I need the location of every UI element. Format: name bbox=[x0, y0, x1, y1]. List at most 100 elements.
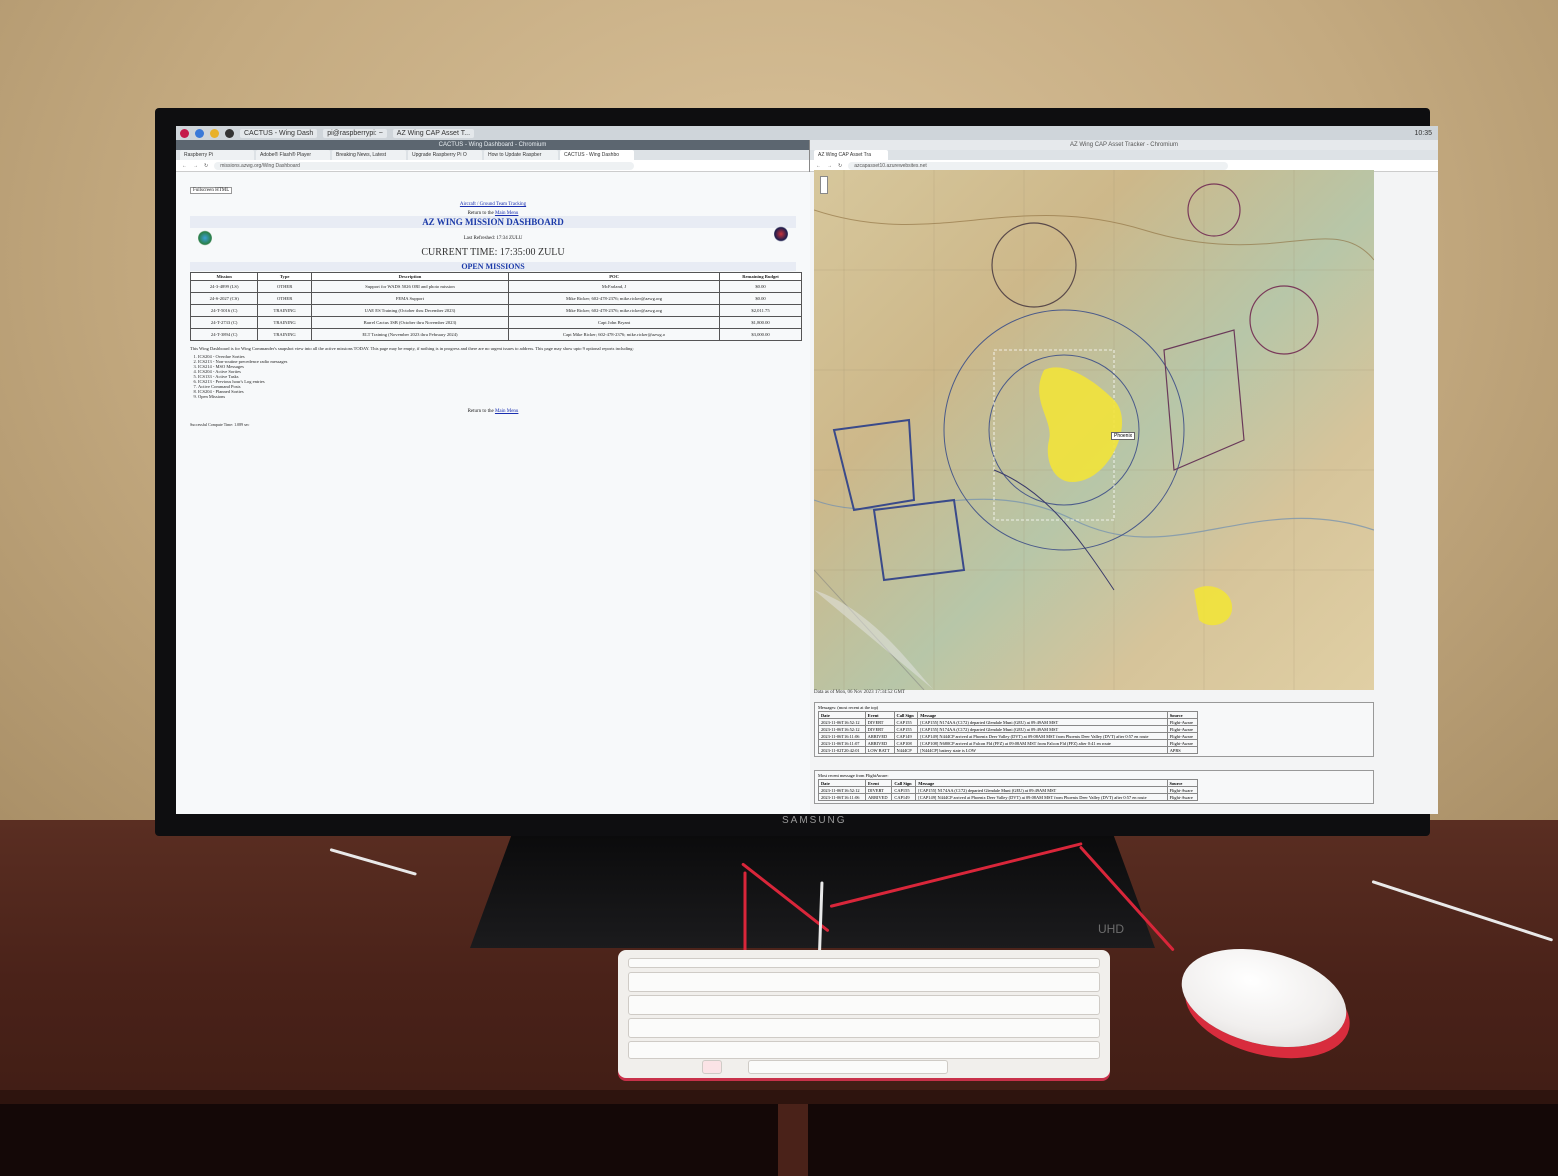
cell-event: ARRIVED bbox=[864, 793, 893, 801]
qwerty-key-row[interactable] bbox=[628, 995, 1100, 1015]
table-row: 2023-11-02T20:42:01 LOW BATT N444CP [N44… bbox=[818, 746, 1199, 754]
main-menu-link[interactable]: Main Menu bbox=[495, 211, 518, 216]
cell-budget: $0.00 bbox=[719, 280, 802, 293]
dashboard-description: This Wing Dashboard is for Wing Commande… bbox=[190, 346, 634, 351]
raspberry-key-icon[interactable] bbox=[702, 1060, 722, 1074]
col-date: Date bbox=[818, 779, 866, 787]
tracker-window: AZ Wing CAP Asset Tracker - Chromium AZ … bbox=[810, 140, 1438, 814]
forward-icon[interactable]: → bbox=[193, 163, 198, 169]
cell-message: [CAP149] N444CP arrived at Phoenix Deer … bbox=[917, 732, 1168, 740]
shift-key-row[interactable] bbox=[628, 1041, 1100, 1059]
last-refreshed: Last Refreshed: 17:34 ZULU bbox=[463, 236, 523, 241]
cell-poc: Capt John Bryant bbox=[508, 316, 721, 329]
function-key-row[interactable] bbox=[628, 958, 1100, 968]
cell-source: Flight-Aware bbox=[1166, 732, 1199, 740]
col-event: Event bbox=[864, 711, 895, 719]
tab-wing-dashboard[interactable]: CACTUS - Wing Dashbo bbox=[560, 150, 634, 160]
zoom-controls[interactable] bbox=[820, 176, 828, 194]
cell-date: 2023-11-06T16:11:06 bbox=[818, 732, 866, 740]
tab-upgrade-pi[interactable]: Upgrade Raspberry Pi O bbox=[408, 150, 482, 160]
cell-type: TRAINING bbox=[257, 328, 312, 341]
flightaware-title: Most recent message from FlightAware: bbox=[818, 773, 889, 778]
table-row: 24-T-5016 (C) TRAINING UAE ES Training (… bbox=[189, 304, 802, 317]
folder-icon[interactable] bbox=[210, 128, 219, 138]
tab-raspberry-pi[interactable]: Raspberry Pi bbox=[180, 150, 254, 160]
cell-call-sign: CAP155 bbox=[893, 718, 919, 726]
current-time: CURRENT TIME: 17:35:00 ZULU bbox=[421, 247, 565, 258]
reload-icon[interactable]: ↻ bbox=[838, 163, 842, 169]
table-header-row: Mission Type Description POC Remaining B… bbox=[189, 272, 802, 281]
browser-icon[interactable] bbox=[195, 128, 204, 138]
monitor-screen: CACTUS - Wing Dash pi@raspberrypi: ~ AZ … bbox=[176, 126, 1438, 814]
forward-icon[interactable]: → bbox=[827, 163, 832, 169]
cell-call-sign: CAP155 bbox=[891, 786, 917, 794]
cell-poc: McFarland, J bbox=[508, 280, 721, 293]
col-date: Date bbox=[818, 711, 866, 719]
raspberry-menu-icon[interactable] bbox=[180, 128, 189, 138]
open-missions-title: OPEN MISSIONS bbox=[190, 262, 796, 271]
messages-title: Messages: (most recent at the top) bbox=[818, 705, 879, 710]
cell-date: 2023-11-06T16:52:12 bbox=[818, 718, 866, 726]
cell-event: ARRIVED bbox=[864, 739, 895, 747]
report-list: ICS204 - Overdue Sorties ICS213 - Non-ro… bbox=[198, 354, 796, 399]
tab-flash-player[interactable]: Adobe® Flash® Player bbox=[256, 150, 330, 160]
taskbar-item-terminal[interactable]: pi@raspberrypi: ~ bbox=[323, 128, 387, 138]
cell-message: [CAP108] N680CP arrived at Falcon Fld (F… bbox=[917, 739, 1168, 747]
cell-mission: 24-T-5016 (C) bbox=[189, 304, 259, 317]
number-key-row[interactable] bbox=[628, 972, 1100, 992]
sectional-map[interactable]: Phoenix bbox=[814, 170, 1374, 690]
col-message: Message bbox=[917, 711, 1168, 719]
dashboard-address-bar: ← → ↻ missions.azwg.org/Wing Dashboard bbox=[176, 160, 809, 172]
fullscreen-button[interactable]: Fullscreen HTML bbox=[190, 187, 233, 194]
tracker-window-title: AZ Wing CAP Asset Tracker - Chromium bbox=[810, 140, 1438, 150]
cell-message: [CAP155] N174AA (C172) departed Glendale… bbox=[917, 725, 1168, 733]
table-row: 2023-11-06T16:11:06 ARRIVED CAP149 [CAP1… bbox=[818, 732, 1199, 740]
keyboard[interactable] bbox=[618, 950, 1110, 1078]
back-icon[interactable]: ← bbox=[182, 163, 187, 169]
cell-event: DIVERT bbox=[864, 786, 893, 794]
tab-update-pi[interactable]: How to Update Raspber bbox=[484, 150, 558, 160]
desk-leg bbox=[778, 1104, 808, 1176]
cell-description: FEMA Support bbox=[310, 292, 510, 305]
cell-description: UAE ES Training (October thru December 2… bbox=[310, 304, 510, 317]
terminal-icon[interactable] bbox=[225, 128, 234, 138]
cell-mission: 24-S-2027 (CS) bbox=[189, 292, 259, 305]
cap-logo-left bbox=[198, 230, 212, 246]
back-icon[interactable]: ← bbox=[816, 163, 821, 169]
reload-icon[interactable]: ↻ bbox=[204, 163, 208, 169]
home-key-row[interactable] bbox=[628, 1018, 1100, 1038]
tab-asset-tracker[interactable]: AZ Wing CAP Asset Tra bbox=[814, 150, 888, 160]
taskbar-item-dashboard[interactable]: CACTUS - Wing Dash bbox=[240, 128, 318, 138]
cell-date: 2023-11-06T16:11:06 bbox=[818, 793, 866, 801]
cell-budget: $0.00 bbox=[719, 292, 802, 305]
table-row: 24-S-2027 (CS) OTHER FEMA Support Mike R… bbox=[189, 292, 802, 305]
table-row: 2023-11-06T16:52:12 DIVERT CAP155 [CAP15… bbox=[818, 718, 1199, 726]
city-label: Phoenix bbox=[1111, 432, 1136, 440]
cell-message: [CAP155] N174AA (C172) departed Glendale… bbox=[917, 718, 1168, 726]
space-bar[interactable] bbox=[748, 1060, 948, 1074]
col-call-sign: Call Sign bbox=[893, 711, 919, 719]
dashboard-url-input[interactable]: missions.azwg.org/Wing Dashboard bbox=[214, 161, 635, 170]
cell-event: LOW BATT bbox=[864, 746, 895, 754]
cell-event: DIVERT bbox=[864, 725, 895, 733]
compute-time: Successful Compute Time: 1.089 sec bbox=[190, 422, 250, 427]
flightaware-panel: Most recent message from FlightAware: Da… bbox=[814, 770, 1374, 804]
taskbar-clock: 10:35 bbox=[1414, 129, 1432, 137]
open-missions-table: Mission Type Description POC Remaining B… bbox=[189, 272, 802, 341]
table-row: 2023-11-06T16:52:12 DIVERT CAP155 [CAP15… bbox=[818, 786, 1199, 794]
tracker-url-input[interactable]: azcapasset10.azurewebsites.net bbox=[848, 161, 1229, 170]
col-type: Type bbox=[257, 272, 312, 281]
col-source: Source bbox=[1166, 779, 1199, 787]
messages-table: Date Event Call Sign Message Source 2023… bbox=[818, 711, 1199, 754]
cell-call-sign: CAP108 bbox=[893, 739, 919, 747]
tracking-link[interactable]: Aircraft / Ground Team Tracking bbox=[460, 202, 526, 207]
cell-type: OTHER bbox=[257, 280, 312, 293]
tab-breaking-news[interactable]: Breaking News, Latest bbox=[332, 150, 406, 160]
table-row: 24-T-2733 (C) TRAINING Barrel Cactus 3SB… bbox=[189, 316, 802, 329]
col-budget: Remaining Budget bbox=[719, 272, 802, 281]
main-menu-link-bottom[interactable]: Main Menu bbox=[495, 409, 518, 414]
taskbar-item-tracker[interactable]: AZ Wing CAP Asset T... bbox=[392, 128, 475, 138]
cell-message: [CAP149] N444CP arrived at Phoenix Deer … bbox=[915, 793, 1168, 801]
red-cable bbox=[743, 871, 747, 958]
cell-message: [CAP155] N174AA (C172) departed Glendale… bbox=[915, 786, 1168, 794]
